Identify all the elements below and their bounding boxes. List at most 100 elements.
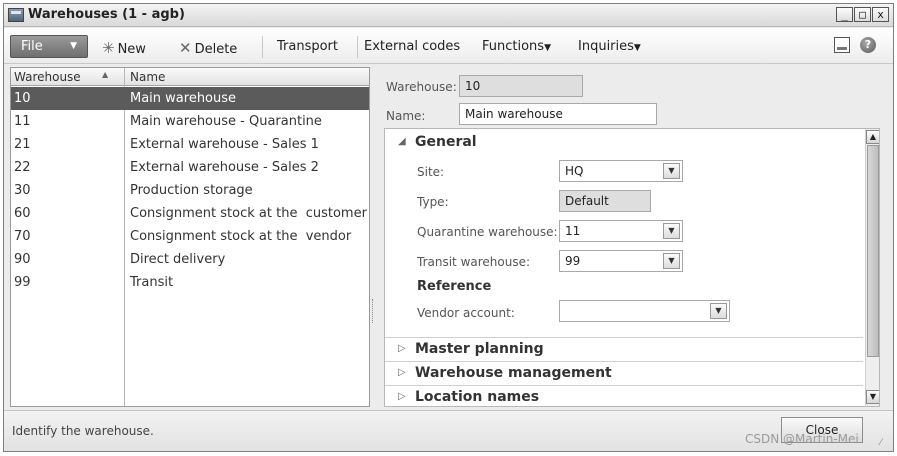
file-menu-button[interactable]: File ▼ (10, 35, 88, 58)
title-bar[interactable]: Warehouses (1 - agb) _ □ x (4, 4, 893, 27)
name-field[interactable]: Main warehouse (459, 103, 657, 125)
warehouse-cell: 99 (14, 275, 31, 290)
delete-button[interactable]: ✕ Delete (179, 39, 237, 57)
warehouses-window: Warehouses (1 - agb) _ □ x File ▼ ✳ New ✕… (3, 3, 894, 452)
maximize-button[interactable]: □ (854, 7, 871, 22)
delete-x-icon: ✕ (179, 39, 192, 57)
window-title: Warehouses (1 - agb) (28, 7, 185, 22)
warehouse-cell: 90 (14, 252, 31, 267)
scroll-up-icon[interactable]: ▲ (866, 130, 879, 144)
pane-splitter[interactable] (372, 299, 375, 323)
name-cell: External warehouse - Sales 1 (130, 137, 319, 152)
site-field[interactable]: HQ ▼ (559, 160, 683, 182)
quarantine-value: 11 (565, 224, 581, 238)
fasttab-location-names[interactable]: ▷ Location names (385, 385, 863, 406)
table-row[interactable]: 11 Main warehouse - Quarantine (11, 110, 369, 133)
vendor-account-field[interactable]: ▼ (559, 300, 730, 322)
functions-menu[interactable]: Functions▼ (482, 39, 551, 54)
watermark: CSDN @Martin-Mei (745, 432, 859, 446)
fasttab-title: Location names (415, 389, 540, 405)
quarantine-warehouse-label: Quarantine warehouse: (417, 225, 558, 239)
transit-value: 99 (565, 254, 581, 268)
name-cell: Direct delivery (130, 252, 226, 267)
window-controls: _ □ x (836, 7, 889, 22)
table-row[interactable]: 99 Transit (11, 271, 369, 294)
minimize-button[interactable]: _ (836, 7, 853, 22)
collapsed-triangle-icon: ▷ (398, 391, 406, 402)
transit-warehouse-field[interactable]: 99 ▼ (559, 250, 683, 272)
table-row[interactable]: 21 External warehouse - Sales 1 (11, 133, 369, 156)
panel-toggle-icon[interactable] (834, 37, 850, 53)
fasttab-title: Warehouse management (415, 365, 612, 381)
vertical-scrollbar[interactable]: ▲ ▼ (865, 129, 879, 406)
warehouse-cell: 10 (14, 91, 31, 106)
name-cell: Consignment stock at the vendor (130, 229, 352, 244)
name-cell: Main warehouse (130, 91, 237, 106)
site-label: Site: (417, 165, 445, 179)
fasttab-title: General (415, 134, 477, 150)
table-row[interactable]: 22 External warehouse - Sales 2 (11, 156, 369, 179)
file-label: File (21, 39, 43, 54)
warehouse-cell: 11 (14, 114, 31, 129)
fasttab-area: ◢ General Site: HQ ▼ Type: Default Quara… (384, 128, 880, 407)
table-row[interactable]: 70 Consignment stock at the vendor (11, 225, 369, 248)
inquiries-label: Inquiries (578, 39, 634, 54)
functions-label: Functions (482, 39, 545, 54)
scroll-down-icon[interactable]: ▼ (866, 390, 879, 404)
table-row[interactable]: 60 Consignment stock at the customer (11, 202, 369, 225)
name-cell: External warehouse - Sales 2 (130, 160, 319, 175)
collapsed-triangle-icon: ▷ (398, 367, 406, 378)
new-star-icon: ✳ (102, 39, 115, 57)
quarantine-warehouse-field[interactable]: 11 ▼ (559, 220, 683, 242)
collapsed-triangle-icon: ▷ (398, 343, 406, 354)
chevron-down-icon[interactable]: ▼ (710, 303, 727, 319)
resize-grip-icon[interactable]: ⁄ (880, 438, 890, 448)
table-row[interactable]: 90 Direct delivery (11, 248, 369, 271)
inquiries-menu[interactable]: Inquiries▼ (578, 39, 641, 54)
new-label: New (117, 42, 146, 57)
fasttab-warehouse-management[interactable]: ▷ Warehouse management (385, 361, 863, 385)
fasttab-master-planning[interactable]: ▷ Master planning (385, 337, 863, 361)
warehouse-cell: 22 (14, 160, 31, 175)
status-text: Identify the warehouse. (12, 424, 154, 438)
scrollbar-thumb[interactable] (867, 145, 879, 357)
table-row[interactable]: 30 Production storage (11, 179, 369, 202)
expanded-triangle-icon: ◢ (398, 136, 406, 147)
name-cell: Transit (130, 275, 174, 290)
transport-button[interactable]: Transport (277, 39, 338, 54)
chevron-down-icon[interactable]: ▼ (663, 253, 680, 269)
column-label: Warehouse (14, 70, 81, 84)
column-header-warehouse[interactable]: Warehouse ▲ (14, 70, 108, 84)
column-header-name[interactable]: Name (130, 70, 165, 84)
name-cell: Main warehouse - Quarantine (130, 114, 322, 129)
warehouse-cell: 60 (14, 206, 31, 221)
warehouse-cell: 30 (14, 183, 31, 198)
chevron-down-icon: ▼ (70, 41, 77, 51)
vendor-account-label: Vendor account: (417, 306, 515, 320)
chevron-down-icon[interactable]: ▼ (663, 163, 680, 179)
delete-label: Delete (194, 42, 238, 57)
external-codes-button[interactable]: External codes (364, 39, 460, 54)
chevron-down-icon[interactable]: ▼ (663, 223, 680, 239)
warehouse-label: Warehouse: (386, 80, 457, 94)
fasttab-general[interactable]: ◢ General (385, 131, 863, 155)
fasttab-title: Master planning (415, 341, 544, 357)
name-cell: Production storage (130, 183, 253, 198)
type-field: Default (559, 190, 651, 212)
transit-warehouse-label: Transit warehouse: (417, 255, 531, 269)
warehouse-field[interactable]: 10 (459, 75, 583, 97)
grid-rows: 10 Main warehouse 11 Main warehouse - Qu… (11, 87, 369, 294)
table-row[interactable]: 10 Main warehouse (11, 87, 369, 110)
close-window-button[interactable]: x (872, 7, 889, 22)
new-button[interactable]: ✳ New (102, 39, 146, 57)
grid-header: Warehouse ▲ Name (11, 68, 369, 86)
toolbar-separator (262, 36, 263, 58)
warehouse-grid: Warehouse ▲ Name 10 Main warehouse 11 Ma… (10, 67, 370, 407)
name-label: Name: (386, 109, 426, 123)
type-label: Type: (417, 195, 449, 209)
chevron-down-icon: ▼ (633, 43, 641, 53)
reference-heading: Reference (417, 279, 492, 294)
name-cell: Consignment stock at the customer (130, 206, 367, 221)
site-value: HQ (565, 164, 584, 178)
help-icon[interactable]: ? (860, 37, 876, 53)
